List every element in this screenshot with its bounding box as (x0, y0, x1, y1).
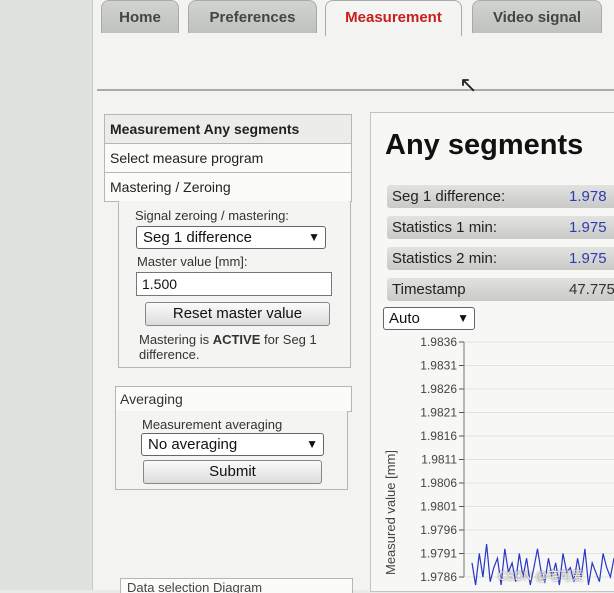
averaging-select-value: No averaging (148, 436, 238, 453)
y-tick-label: 1.9811 (421, 453, 457, 467)
scale-select[interactable]: Auto ▼ (383, 307, 475, 330)
nav-item-mastering-zeroing[interactable]: Mastering / Zeroing (104, 173, 352, 202)
row-value: 1.975 (569, 250, 607, 267)
y-tick-label: 1.9801 (420, 500, 457, 514)
row-label: Seg 1 difference: (392, 188, 506, 205)
watermark: CSDN @宅可爱 (498, 569, 584, 583)
measurement-averaging-label: Measurement averaging (142, 417, 283, 432)
status-prefix: Mastering is (139, 332, 213, 347)
y-tick-label: 1.9791 (420, 547, 457, 561)
y-tick-label: 1.9831 (420, 359, 457, 373)
mastering-status-text: Mastering is ACTIVE for Seg 1 difference… (139, 332, 344, 362)
status-state: ACTIVE (212, 332, 261, 347)
value-row: Statistics 1 min: 1.975 (387, 216, 614, 239)
y-tick-label: 1.9786 (420, 570, 457, 584)
data-selection-diagram-header[interactable]: Data selection Diagram (120, 578, 353, 593)
value-row: Seg 1 difference: 1.978 (387, 185, 614, 208)
tab-home[interactable]: Home (101, 0, 179, 33)
master-value-input[interactable]: 1.500 (136, 272, 332, 296)
y-tick-label: 1.9821 (420, 406, 457, 420)
browser-left-margin (0, 0, 93, 590)
measurement-chart: 1.9836 1.9831 1.9826 1.9821 1.9816 1.9811 1.98… (383, 335, 614, 586)
submit-button[interactable]: Submit (143, 460, 322, 484)
chevron-down-icon: ▼ (457, 311, 469, 325)
nav-item-select-measure-program[interactable]: Select measure program (104, 144, 352, 173)
row-label: Statistics 1 min: (392, 219, 498, 236)
y-tick-label: 1.9816 (420, 429, 457, 443)
row-label: Statistics 2 min: (392, 250, 498, 267)
reset-master-value-button[interactable]: Reset master value (145, 302, 330, 326)
y-tick-label: 1.9826 (420, 382, 457, 396)
y-tick-label: 1.9796 (420, 523, 457, 537)
value-row: Timestamp 47.775 (387, 278, 614, 301)
y-axis-label: Measured value [mm] (383, 450, 398, 575)
tab-bar-underline (97, 89, 614, 91)
tab-video-signal[interactable]: Video signal (472, 0, 602, 33)
master-value-label: Master value [mm]: (137, 254, 248, 269)
value-row: Statistics 2 min: 1.975 (387, 247, 614, 270)
y-tick-label: 1.9836 (420, 335, 457, 349)
chevron-down-icon: ▼ (308, 230, 320, 244)
signal-zeroing-label: Signal zeroing / mastering: (135, 208, 289, 223)
nav-item-measurement-any-segments[interactable]: Measurement Any segments (104, 114, 352, 144)
tab-measurement[interactable]: Measurement (325, 0, 462, 36)
tab-preferences[interactable]: Preferences (188, 0, 317, 33)
chevron-down-icon: ▼ (306, 437, 318, 451)
left-navigation: Measurement Any segments Select measure … (104, 114, 352, 202)
row-value: 47.775 (569, 281, 614, 298)
row-label: Timestamp (392, 281, 466, 298)
row-value: 1.978 (569, 188, 607, 205)
mouse-cursor-icon: ↖ (459, 72, 478, 97)
scale-select-value: Auto (389, 310, 420, 327)
page-title: Any segments (385, 129, 584, 161)
averaging-header[interactable]: Averaging (115, 386, 352, 412)
signal-select-value: Seg 1 difference (143, 229, 252, 246)
y-tick-label: 1.9806 (420, 476, 457, 490)
averaging-select[interactable]: No averaging ▼ (141, 433, 324, 456)
row-value: 1.975 (569, 219, 607, 236)
signal-select[interactable]: Seg 1 difference ▼ (136, 226, 326, 249)
